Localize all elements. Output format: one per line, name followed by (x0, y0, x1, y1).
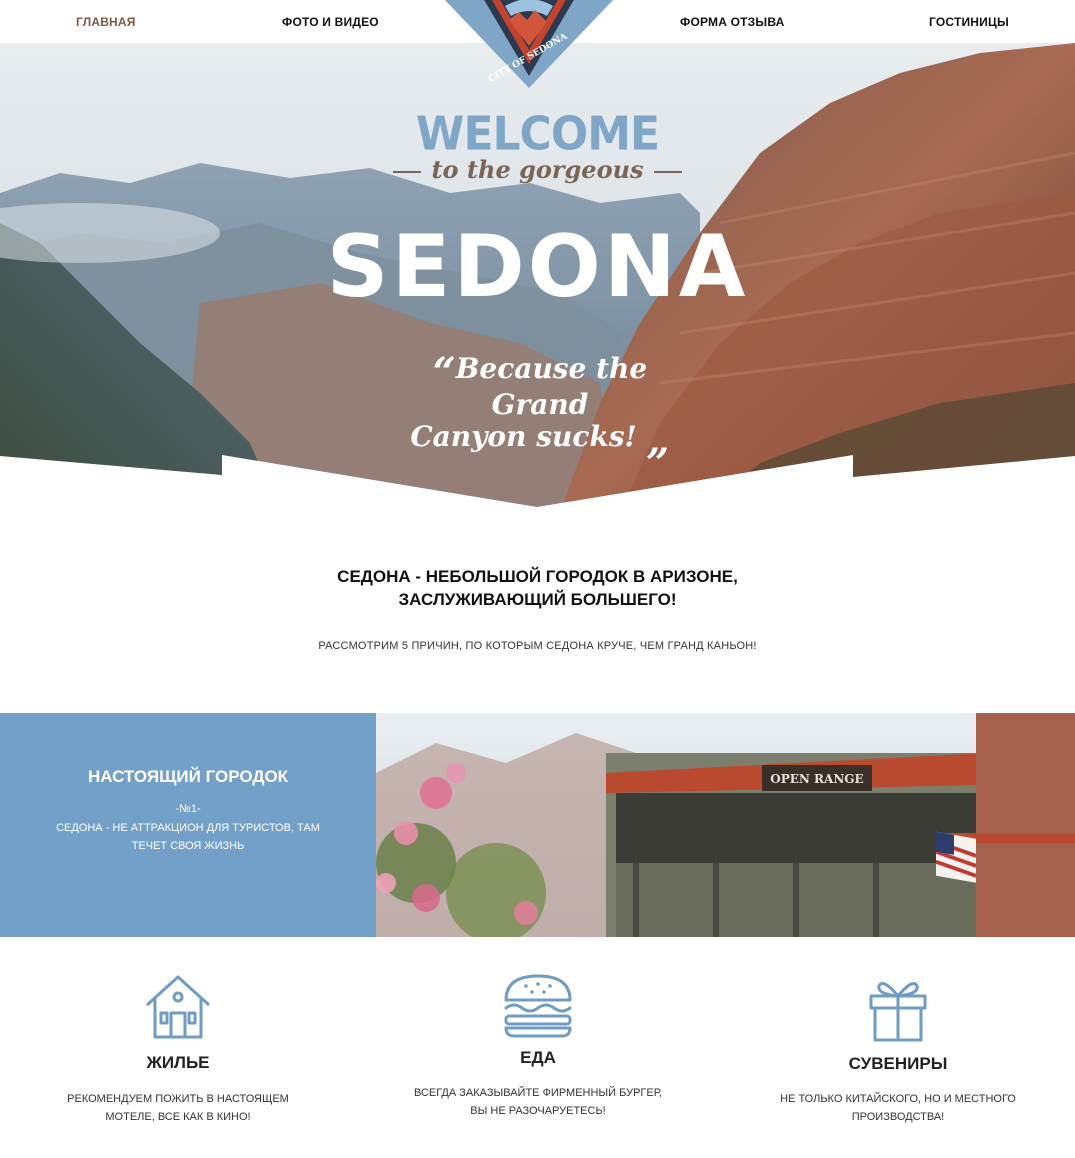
feature-description: СЕДОНА - НЕ АТТРАКЦИОН ДЛЯ ТУРИСТОВ, ТАМ… (56, 822, 320, 852)
hero-quote-line1: Because the Grand (455, 352, 648, 421)
nav-item-feedback-form[interactable]: ФОРМА ОТЗЫВА (680, 15, 784, 29)
column-souvenirs-title: СУВЕНИРЫ (848, 1054, 948, 1073)
hero-subtitle: to the gorgeous (0, 155, 1075, 184)
column-food: ЕДА ВСЕГДА ЗАКАЗЫВАЙТЕ ФИРМЕННЫЙ БУРГЕР,… (400, 972, 676, 1120)
hero-welcome-text: WELCOME (415, 107, 660, 162)
burger-icon (504, 974, 572, 1038)
feature-card: НАСТОЯЩИЙ ГОРОДОК -№1- СЕДОНА - НЕ АТТРА… (0, 713, 376, 937)
subtitle-left-rule (393, 170, 422, 173)
column-souvenirs-line1: НЕ ТОЛЬКО КИТАЙСКОГО, НО И МЕСТНОГО (780, 1093, 1016, 1105)
column-food-title: ЕДА (520, 1048, 556, 1067)
intro-heading: СЕДОНА - НЕБОЛЬШОЙ ГОРОДОК В АРИЗОНЕ, ЗА… (0, 565, 1075, 611)
hero-title: SEDONA (326, 217, 749, 317)
column-food-line1: ВСЕГДА ЗАКАЗЫВАЙТЕ ФИРМЕННЫЙ БУРГЕР, (413, 1087, 663, 1099)
column-housing: ЖИЛЬЕ РЕКОМЕНДУЕМ ПОЖИТЬ В НАСТОЯЩЕМ МОТ… (40, 973, 316, 1126)
intro-heading-line1: СЕДОНА - НЕБОЛЬШОЙ ГОРОДОК В АРИЗОНЕ, (337, 567, 738, 586)
column-housing-title: ЖИЛЬЕ (146, 1053, 210, 1072)
subtitle-right-rule (653, 170, 682, 173)
feature-title: НАСТОЯЩИЙ ГОРОДОК (87, 767, 289, 786)
nav-item-hotels[interactable]: ГОСТИНИЦЫ (929, 15, 1009, 29)
city-of-sedona-logo[interactable]: CITY OF SEDONA (443, 0, 615, 88)
hero-subtitle-text: to the gorgeous (431, 155, 644, 184)
feature-number: -№1- (175, 803, 201, 815)
hero-quote: “Because the Grand Canyon sucks! „ (380, 352, 700, 461)
hero-quote-line2: Canyon sucks! (410, 420, 637, 453)
town-photo: OPEN RANGE (376, 713, 1075, 937)
column-housing-description: РЕКОМЕНДУЕМ ПОЖИТЬ В НАСТОЯЩЕМ МОТЕЛЕ, В… (40, 1090, 316, 1126)
column-housing-line1: РЕКОМЕНДУЕМ ПОЖИТЬ В НАСТОЯЩЕМ (67, 1093, 289, 1105)
intro-heading-line2: ЗАСЛУЖИВАЮЩИЙ БОЛЬШЕГО! (398, 590, 677, 609)
column-souvenirs-line2: ПРОИЗВОДСТВА! (851, 1111, 945, 1123)
nav-item-home[interactable]: ГЛАВНАЯ (76, 15, 136, 29)
column-food-line2: ВЫ НЕ РАЗОЧАРУЕТЕСЬ! (470, 1105, 606, 1117)
house-icon (145, 975, 211, 1039)
hero-banner: WELCOME to the gorgeous SEDONA “Because … (0, 43, 1075, 513)
column-housing-line2: МОТЕЛЕ, ВСЕ КАК В КИНО! (105, 1111, 251, 1123)
gift-icon (869, 982, 927, 1042)
quote-open-mark: “ (432, 349, 456, 396)
intro-subtitle: РАССМОТРИМ 5 ПРИЧИН, ПО КОТОРЫМ СЕДОНА К… (318, 640, 757, 652)
nav-item-photo-video[interactable]: ФОТО И ВИДЕО (282, 15, 379, 29)
quote-close-mark: „ (646, 417, 670, 464)
column-souvenirs: СУВЕНИРЫ НЕ ТОЛЬКО КИТАЙСКОГО, НО И МЕСТ… (760, 974, 1036, 1126)
photo-sign-text: OPEN RANGE (770, 772, 863, 786)
column-food-description: ВСЕГДА ЗАКАЗЫВАЙТЕ ФИРМЕННЫЙ БУРГЕР, ВЫ … (400, 1084, 676, 1120)
column-souvenirs-description: НЕ ТОЛЬКО КИТАЙСКОГО, НО И МЕСТНОГО ПРОИ… (760, 1090, 1036, 1126)
